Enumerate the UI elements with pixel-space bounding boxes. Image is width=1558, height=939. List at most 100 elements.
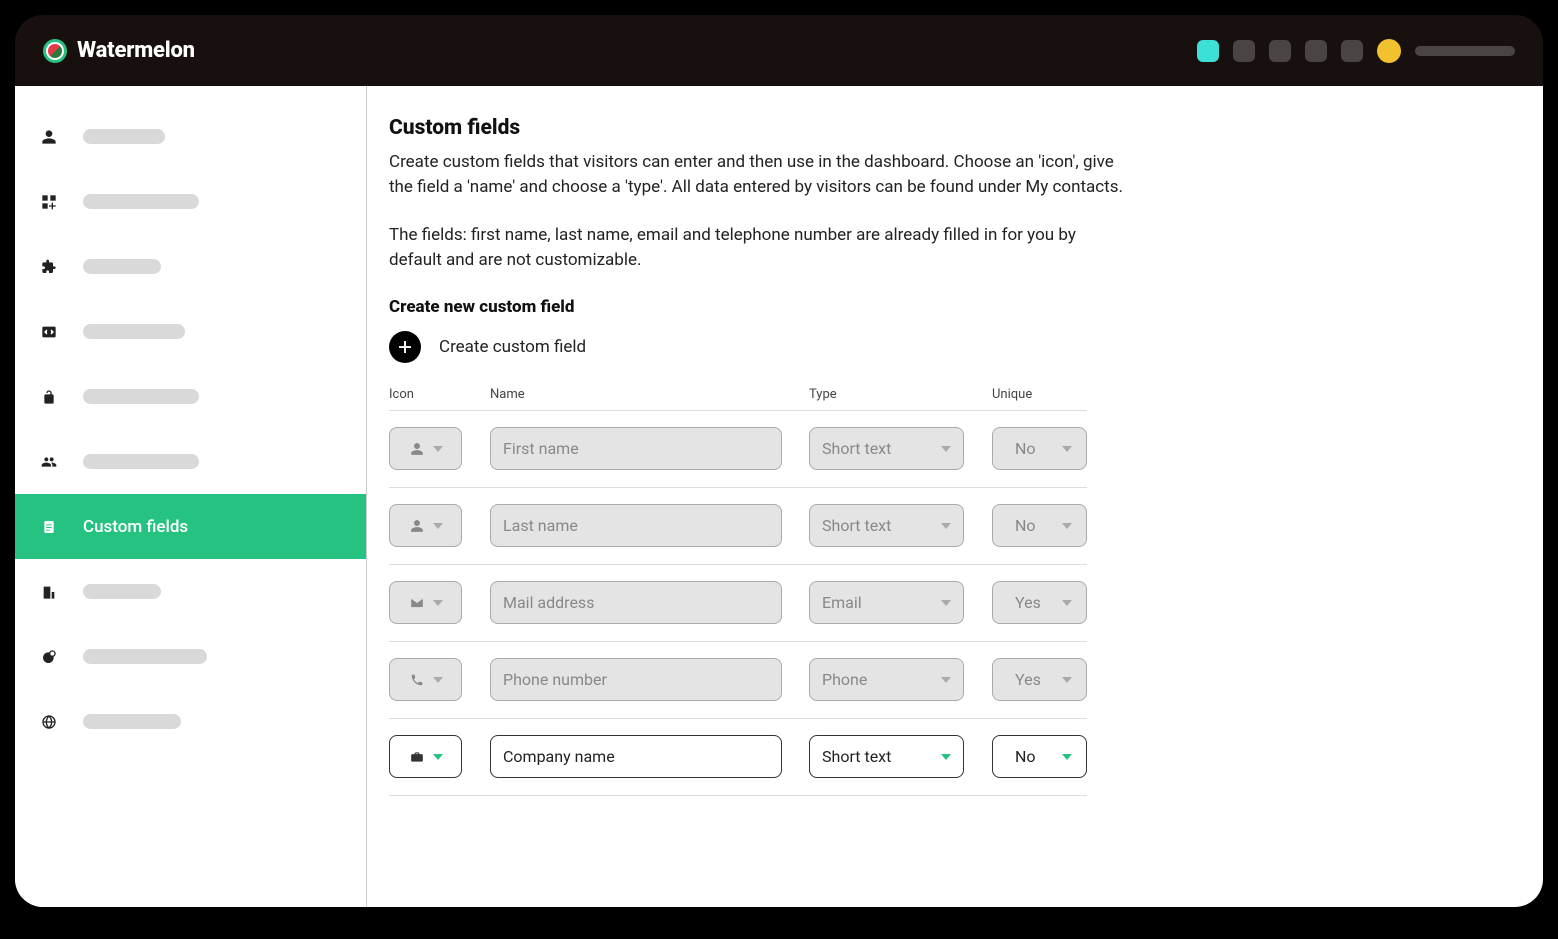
chevron-down-icon	[1062, 523, 1072, 529]
sidebar-item[interactable]	[15, 429, 366, 494]
type-value: Short text	[822, 439, 891, 458]
table-row: Phone number Phone Yes	[389, 642, 1087, 718]
sidebar-placeholder	[83, 194, 199, 209]
name-field[interactable]: Company name	[490, 735, 782, 778]
unique-select: No	[992, 504, 1087, 547]
clock-icon	[39, 647, 59, 667]
table-header-row: Icon Name Type Unique	[389, 387, 1087, 410]
avatar[interactable]	[1377, 39, 1401, 63]
envelope-icon	[409, 595, 425, 611]
sidebar-placeholder	[83, 714, 181, 729]
chevron-down-icon	[941, 677, 951, 683]
document-icon	[39, 517, 59, 537]
sidebar-item[interactable]	[15, 364, 366, 429]
main-content: Custom fields Create custom fields that …	[367, 86, 1543, 907]
chevron-down-icon	[1062, 754, 1072, 760]
page-description: Create custom fields that visitors can e…	[389, 150, 1129, 199]
status-indicator[interactable]	[1305, 40, 1327, 62]
create-custom-field-label: Create custom field	[439, 337, 586, 357]
sidebar-placeholder	[83, 454, 199, 469]
divider	[389, 795, 1087, 796]
name-field: First name	[490, 427, 782, 470]
unique-select: Yes	[992, 581, 1087, 624]
status-indicator[interactable]	[1341, 40, 1363, 62]
topbar-placeholder	[1415, 46, 1515, 56]
page-description-2: The fields: first name, last name, email…	[389, 223, 1129, 272]
icon-select	[389, 504, 462, 547]
logo-icon	[43, 39, 67, 63]
name-field: Last name	[490, 504, 782, 547]
icon-select	[389, 427, 462, 470]
building-icon	[39, 582, 59, 602]
users-icon	[39, 452, 59, 472]
name-value: Last name	[503, 516, 578, 535]
lock-open-icon	[39, 387, 59, 407]
name-value: Phone number	[503, 670, 607, 689]
chevron-down-icon	[941, 523, 951, 529]
chevron-down-icon	[941, 446, 951, 452]
sidebar-placeholder	[83, 129, 165, 144]
chevron-down-icon	[941, 754, 951, 760]
icon-select	[389, 581, 462, 624]
type-select[interactable]: Short text	[809, 735, 964, 778]
sidebar-item[interactable]	[15, 234, 366, 299]
type-select: Short text	[809, 427, 964, 470]
unique-value: Yes	[1015, 593, 1041, 612]
app-name: Watermelon	[77, 38, 195, 63]
unique-select: Yes	[992, 658, 1087, 701]
type-value: Phone	[822, 670, 867, 689]
create-custom-field-row: Create custom field	[389, 331, 1515, 363]
col-header-type: Type	[809, 387, 992, 402]
col-header-icon: Icon	[389, 387, 490, 402]
puzzle-icon	[39, 257, 59, 277]
icon-select	[389, 658, 462, 701]
chevron-down-icon	[433, 523, 443, 529]
sidebar-item[interactable]	[15, 624, 366, 689]
sidebar-placeholder	[83, 389, 199, 404]
chevron-down-icon	[1062, 446, 1072, 452]
fields-table: Icon Name Type Unique First name Short te…	[389, 387, 1087, 796]
section-title: Create new custom field	[389, 297, 1515, 317]
chevron-down-icon	[433, 677, 443, 683]
sidebar-item[interactable]	[15, 299, 366, 364]
table-row: First name Short text No	[389, 411, 1087, 487]
grid-plus-icon	[39, 192, 59, 212]
user-icon	[39, 127, 59, 147]
sidebar-item[interactable]	[15, 104, 366, 169]
topbar-right	[1197, 39, 1515, 63]
chevron-down-icon	[1062, 677, 1072, 683]
type-value: Short text	[822, 516, 891, 535]
type-select: Email	[809, 581, 964, 624]
sidebar-item[interactable]	[15, 169, 366, 234]
sidebar-placeholder	[83, 649, 207, 664]
col-header-unique: Unique	[992, 387, 1087, 402]
sidebar-item[interactable]	[15, 559, 366, 624]
app-logo: Watermelon	[43, 38, 195, 63]
user-icon	[409, 518, 425, 534]
sidebar: Custom fields	[15, 86, 367, 907]
chevron-down-icon	[433, 600, 443, 606]
sidebar-placeholder	[83, 259, 161, 274]
sidebar-item[interactable]	[15, 689, 366, 754]
type-select: Short text	[809, 504, 964, 547]
status-indicator[interactable]	[1269, 40, 1291, 62]
phone-icon	[409, 672, 425, 688]
col-header-name: Name	[490, 387, 809, 402]
unique-value: Yes	[1015, 670, 1041, 689]
icon-select[interactable]	[389, 735, 462, 778]
unique-select[interactable]: No	[992, 735, 1087, 778]
briefcase-icon	[409, 749, 425, 765]
sidebar-item-custom-fields[interactable]: Custom fields	[15, 494, 366, 559]
code-icon	[39, 322, 59, 342]
table-row: Last name Short text No	[389, 488, 1087, 564]
table-row: Mail address Email Yes	[389, 565, 1087, 641]
name-value: Mail address	[503, 593, 594, 612]
name-field: Mail address	[490, 581, 782, 624]
status-indicator[interactable]	[1233, 40, 1255, 62]
chevron-down-icon	[433, 754, 443, 760]
create-custom-field-button[interactable]	[389, 331, 421, 363]
type-value: Email	[822, 593, 862, 612]
status-indicator-active[interactable]	[1197, 40, 1219, 62]
unique-value: No	[1015, 747, 1036, 766]
unique-select: No	[992, 427, 1087, 470]
